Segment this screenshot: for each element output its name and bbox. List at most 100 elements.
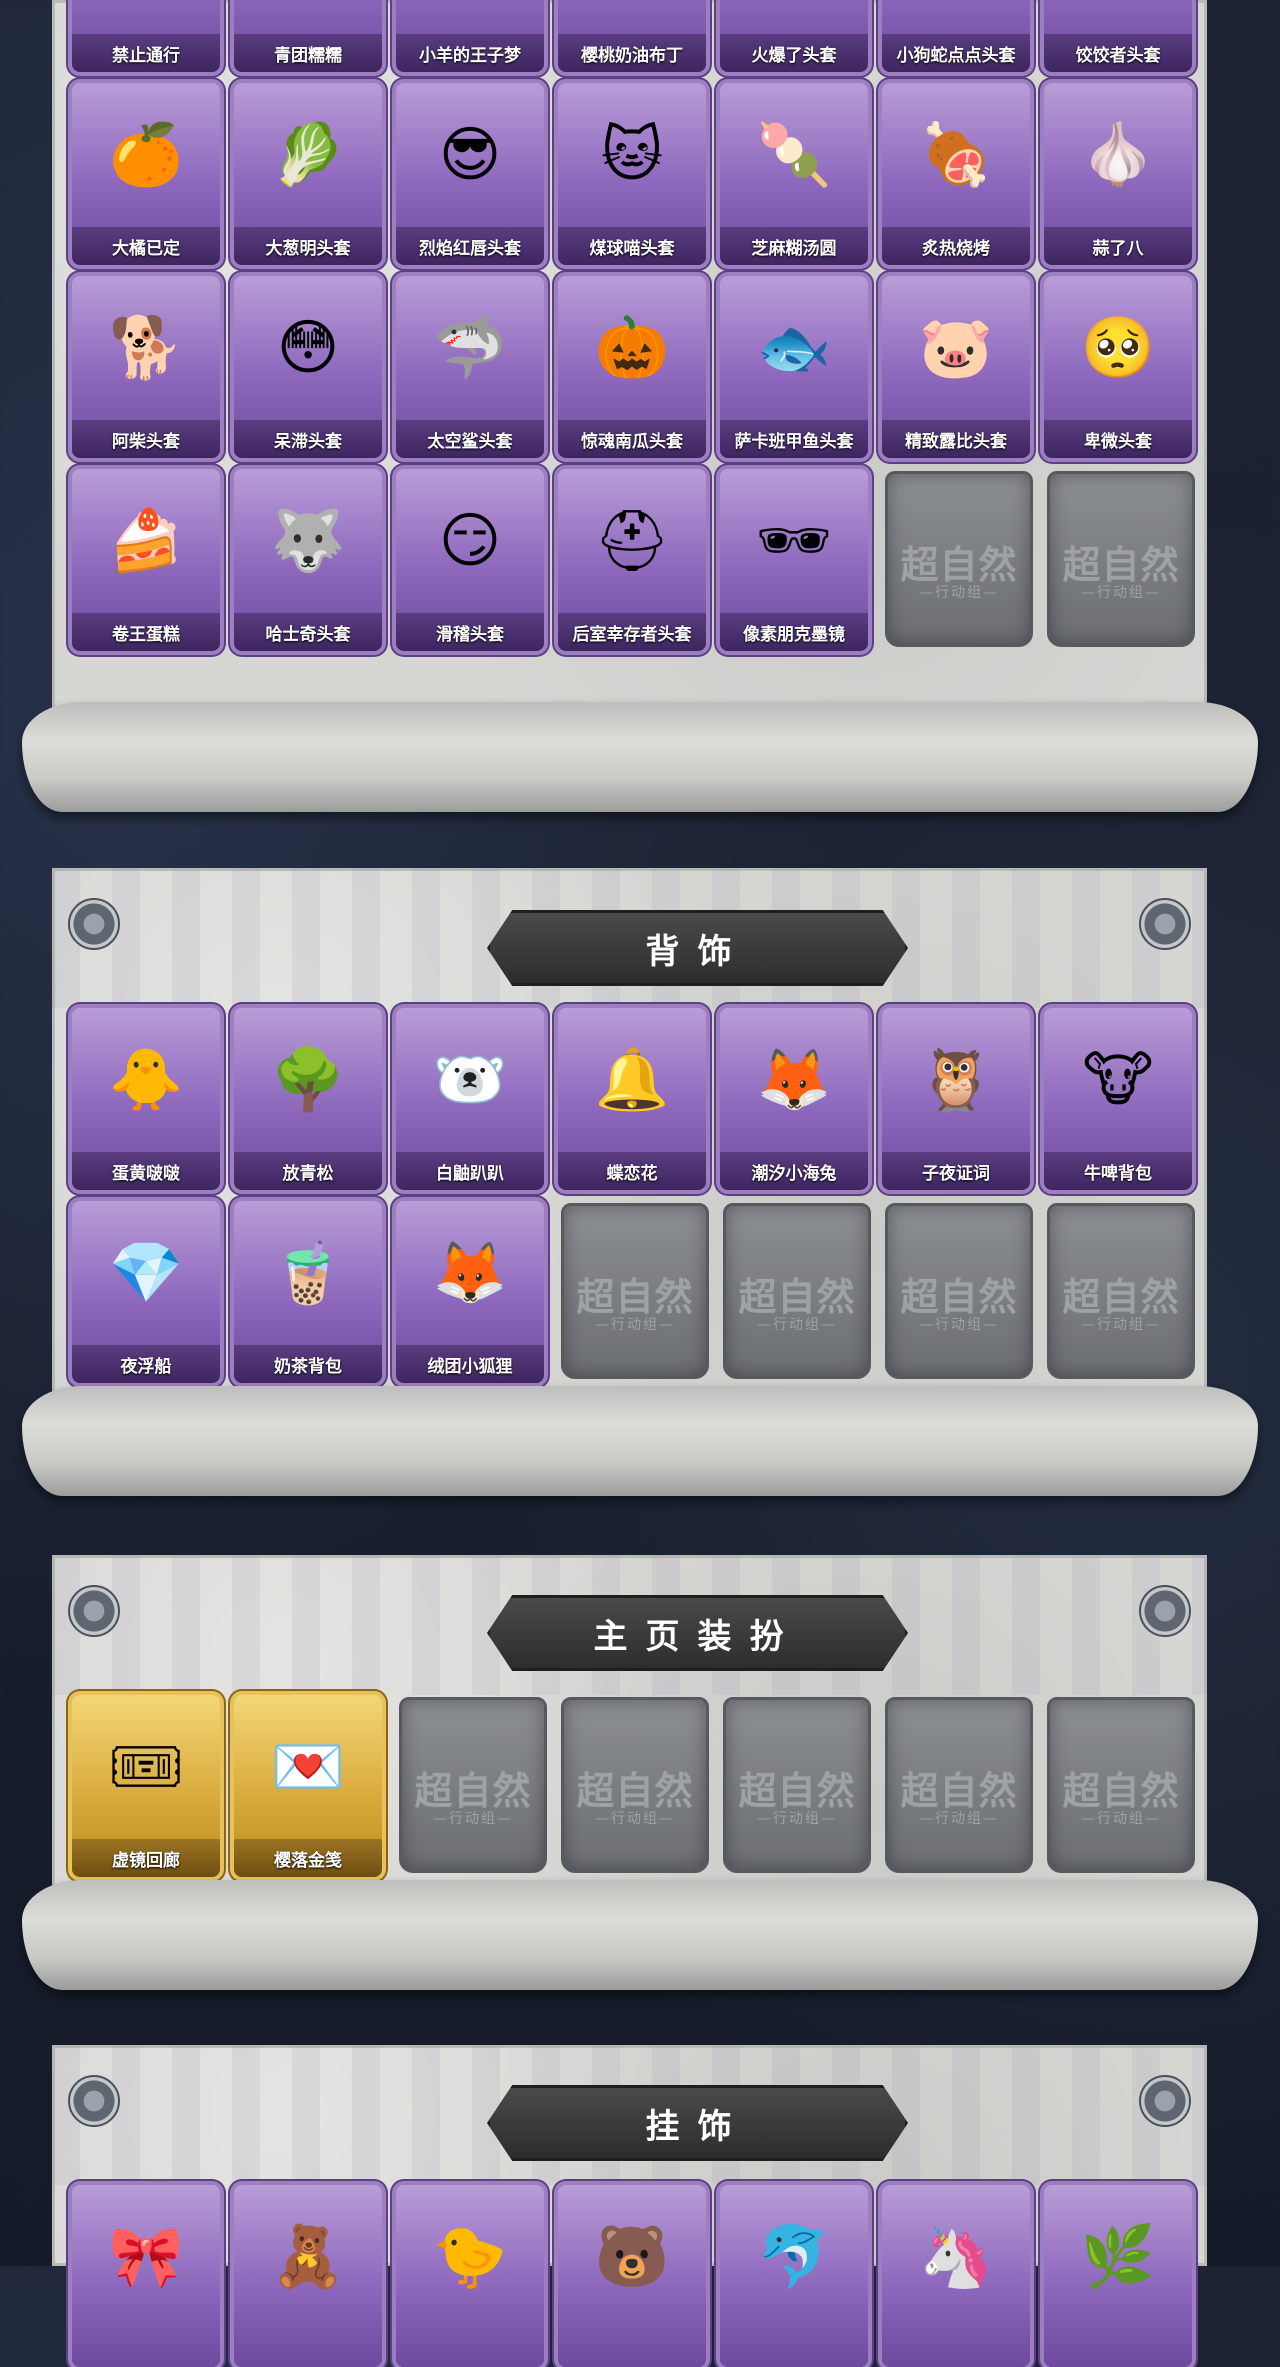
- owl-icon: 🦉: [918, 1045, 994, 1115]
- empty-slot: 超自然 —行动组—: [1047, 471, 1195, 647]
- item-card[interactable]: 🍮 樱桃奶油布丁: [558, 0, 706, 72]
- watermark-subtitle: —行动组—: [433, 1811, 513, 1827]
- item-card[interactable]: 🟢 青团糯糯: [234, 0, 382, 72]
- item-card[interactable]: 🥟 饺饺者头套: [1044, 0, 1192, 72]
- item-card[interactable]: 🚧 禁止通行: [72, 0, 220, 72]
- item-card[interactable]: 🦊 绒团小狐狸: [396, 1201, 544, 1383]
- section-title-text: 背饰: [645, 931, 750, 972]
- back-accessories-scroll-bottom: [22, 1386, 1258, 1496]
- item-label: 子夜证词: [882, 1152, 1030, 1190]
- item-card[interactable]: 🥬 大葱明头套: [234, 83, 382, 265]
- item-label: 放青松: [234, 1152, 382, 1190]
- item-card[interactable]: 🦈 太空鲨头套: [396, 276, 544, 458]
- corner-badge-right: [1139, 898, 1191, 950]
- corner-badge-left: [68, 898, 120, 950]
- item-card[interactable]: 🕶 像素朋克墨镜: [720, 469, 868, 651]
- item-card[interactable]: 🦉 子夜证词: [882, 1008, 1030, 1190]
- orange-icon: 🍊: [108, 120, 184, 190]
- item-card[interactable]: 🐷 精致露比头套: [882, 276, 1030, 458]
- item-card[interactable]: 🐬: [720, 2185, 868, 2367]
- item-card[interactable]: 🐤: [396, 2185, 544, 2367]
- empty-slot: 超自然 —行动组—: [399, 1697, 547, 1873]
- item-label: 樱落金笺: [234, 1839, 382, 1877]
- item-card[interactable]: 🔥 火爆了头套: [720, 0, 868, 72]
- item-label: 牛啤背包: [1044, 1152, 1192, 1190]
- watermark-logo: 超自然: [1062, 543, 1180, 587]
- item-card[interactable]: 🐥 蛋黄啵啵: [72, 1008, 220, 1190]
- watermark-logo: 超自然: [738, 1769, 856, 1813]
- item-card[interactable]: 🍊 大橘已定: [72, 83, 220, 265]
- item-card[interactable]: 🎀: [72, 2185, 220, 2367]
- item-card[interactable]: 🍖 炙热烧烤: [882, 83, 1030, 265]
- pumpkin-icon: 🎃: [594, 313, 670, 383]
- item-card[interactable]: 🧄 蒜了八: [1044, 83, 1192, 265]
- item-card[interactable]: 🐑 小羊的王子梦: [396, 0, 544, 72]
- item-card[interactable]: 🦊 潮汐小海兔: [720, 1008, 868, 1190]
- item-card[interactable]: 💎 夜浮船: [72, 1201, 220, 1383]
- item-label: 阿柴头套: [72, 420, 220, 458]
- item-card[interactable]: 🧸: [234, 2185, 382, 2367]
- item-card[interactable]: 🎟 虚镜回廊: [72, 1695, 220, 1877]
- item-card[interactable]: 💌 樱落金笺: [234, 1695, 382, 1877]
- pendant-6-icon: 🦄: [918, 2222, 994, 2292]
- item-card[interactable]: 🐻: [558, 2185, 706, 2367]
- item-card[interactable]: 🍰 卷王蛋糕: [72, 469, 220, 651]
- item-card[interactable]: 🔔 蝶恋花: [558, 1008, 706, 1190]
- bell-ornament-icon: 🔔: [594, 1045, 670, 1115]
- purple-card-icon: 🎟: [107, 1732, 185, 1802]
- watermark-subtitle: —行动组—: [595, 1811, 675, 1827]
- corner-badge-right: [1139, 2075, 1191, 2127]
- item-label: 惊魂南瓜头套: [558, 420, 706, 458]
- headwear-scroll-bottom: [22, 702, 1258, 812]
- item-card[interactable]: 😳 呆滞头套: [234, 276, 382, 458]
- item-label: 樱桃奶油布丁: [558, 34, 706, 72]
- empty-slot: 超自然 —行动组—: [1047, 1697, 1195, 1873]
- item-card[interactable]: 🐍 小狗蛇点点头套: [882, 0, 1030, 72]
- item-card[interactable]: 🐱 煤球喵头套: [558, 83, 706, 265]
- item-label: 像素朋克墨镜: [720, 613, 868, 651]
- item-card[interactable]: 🦄: [882, 2185, 1030, 2367]
- item-label: 奶茶背包: [234, 1345, 382, 1383]
- item-label: 蝶恋花: [558, 1152, 706, 1190]
- empty-slot: 超自然 —行动组—: [723, 1697, 871, 1873]
- item-card[interactable]: 🐺 哈士奇头套: [234, 469, 382, 651]
- item-card[interactable]: 🥺 卑微头套: [1044, 276, 1192, 458]
- pendant-7-icon: 🌿: [1080, 2222, 1156, 2292]
- item-label: 夜浮船: [72, 1345, 220, 1383]
- item-card[interactable]: 🌿: [1044, 2185, 1192, 2367]
- item-label: 萨卡班甲鱼头套: [720, 420, 868, 458]
- corner-badge-left: [68, 1585, 120, 1637]
- item-card[interactable]: 🐟 萨卡班甲鱼头套: [720, 276, 868, 458]
- item-label: 蛋黄啵啵: [72, 1152, 220, 1190]
- section-title-text: 主页装扮: [593, 1616, 802, 1657]
- headwear-panel: 🚧 禁止通行 🟢 青团糯糯 🐑 小羊的王子梦 🍮 樱桃奶油布丁 🔥 火爆了头套 🐍 小狗蛇点点头套 🥟 饺…: [52, 0, 1207, 715]
- item-card[interactable]: 😎 烈焰红唇头套: [396, 83, 544, 265]
- watermark-logo: 超自然: [1062, 1275, 1180, 1319]
- item-card[interactable]: 🌳 放青松: [234, 1008, 382, 1190]
- item-label: 煤球喵头套: [558, 227, 706, 265]
- pixel-sunglasses-icon: 🕶: [755, 506, 833, 576]
- homepage-decor-scroll-bottom: [22, 1880, 1258, 1990]
- item-card[interactable]: 🍡 芝麻糊汤圆: [720, 83, 868, 265]
- pikachu-hood-icon: 😎: [438, 120, 502, 190]
- pink-card-icon: 💌: [270, 1732, 346, 1802]
- traffic-cone-icon: 🚧: [90, 0, 202, 18]
- item-label: 滑稽头套: [396, 613, 544, 651]
- item-card[interactable]: 🐻‍❄️ 白鼬趴趴: [396, 1008, 544, 1190]
- item-card[interactable]: 🐕 阿柴头套: [72, 276, 220, 458]
- item-card[interactable]: 😏 滑稽头套: [396, 469, 544, 651]
- item-label: 虚镜回廊: [72, 1839, 220, 1877]
- item-card[interactable]: 🐮 牛啤背包: [1044, 1008, 1192, 1190]
- item-card[interactable]: ⛑ 后室幸存者头套: [558, 469, 706, 651]
- watermark-subtitle: —行动组—: [919, 585, 999, 601]
- item-label: 烈焰红唇头套: [396, 227, 544, 265]
- item-label: 禁止通行: [72, 34, 220, 72]
- item-label: 呆滞头套: [234, 420, 382, 458]
- watermark-subtitle: —行动组—: [1081, 1317, 1161, 1333]
- bonsai-icon: 🌳: [270, 1045, 346, 1115]
- item-card[interactable]: 🧋 奶茶背包: [234, 1201, 382, 1383]
- item-label: 卑微头套: [1044, 420, 1192, 458]
- watermark-subtitle: —行动组—: [757, 1811, 837, 1827]
- pendant-3-icon: 🐤: [432, 2222, 508, 2292]
- item-card[interactable]: 🎃 惊魂南瓜头套: [558, 276, 706, 458]
